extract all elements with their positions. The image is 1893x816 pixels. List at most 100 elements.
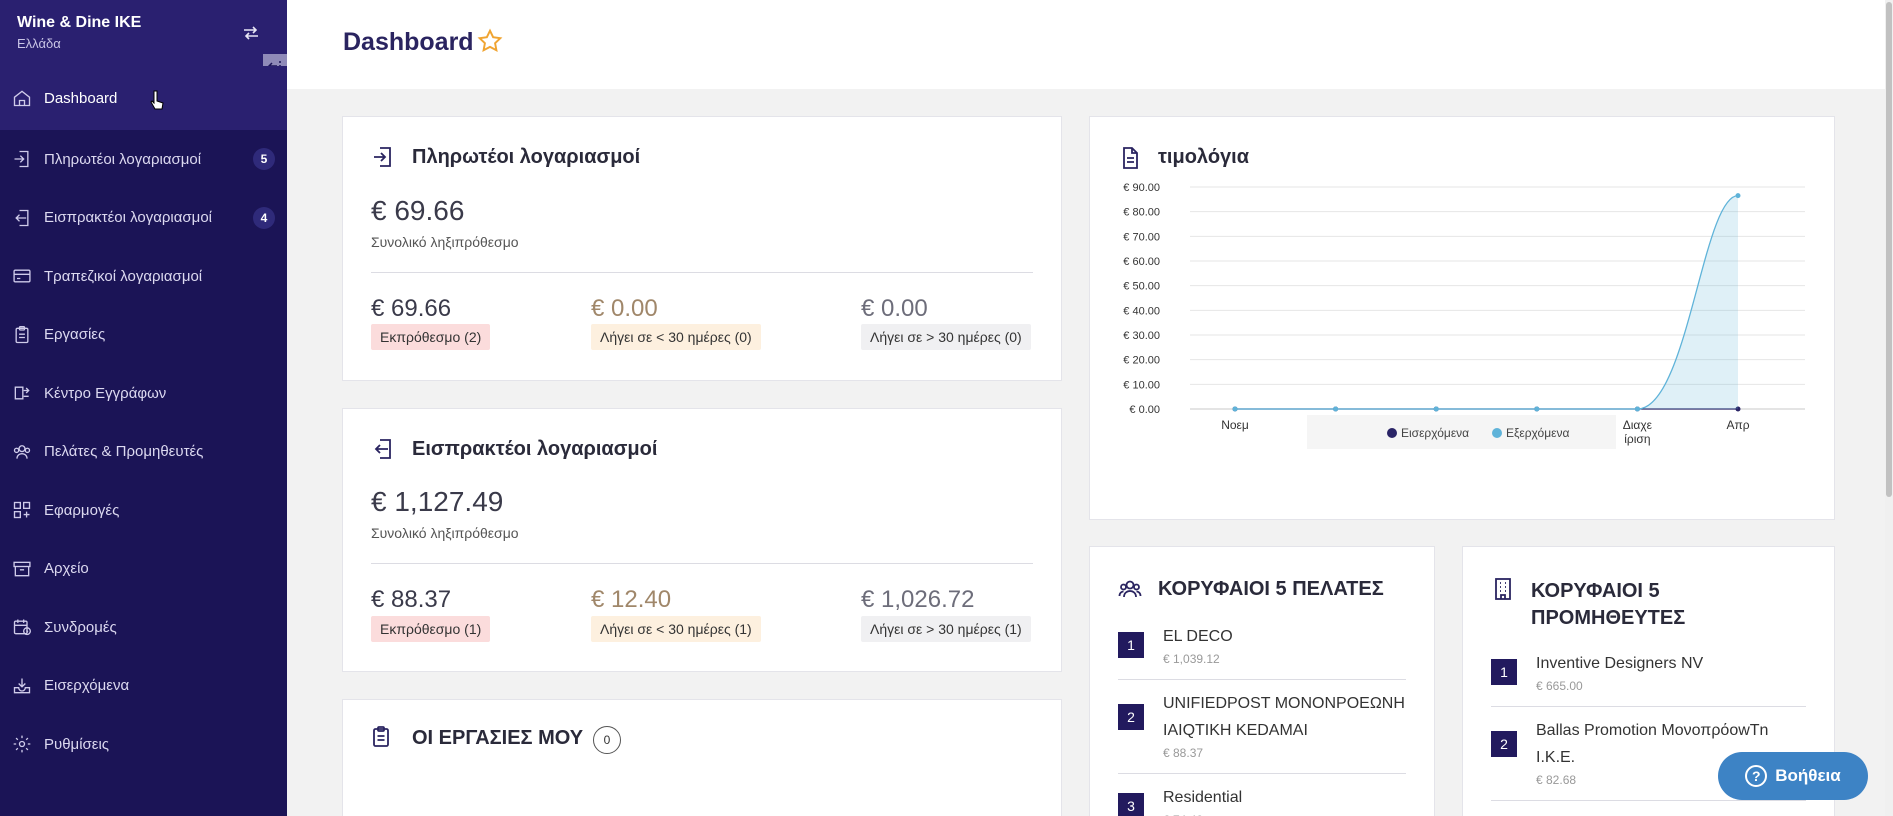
sidebar-item-label: Συνδρομές	[44, 618, 117, 636]
documents-icon	[12, 383, 32, 403]
people-icon	[1118, 577, 1142, 601]
sidebar-item-apps[interactable]: Εφαρμογές	[0, 481, 287, 540]
payables-total: € 69.66	[371, 195, 465, 226]
divider	[1491, 800, 1806, 801]
sidebar-item-inbox[interactable]: Εισερχόμενα	[0, 657, 287, 716]
sidebar-item-gear[interactable]: Ρυθμίσεις	[0, 715, 287, 774]
y-tick-label: € 20.00	[1123, 355, 1160, 367]
help-label: Βοήθεια	[1775, 766, 1841, 785]
payables-due-later-amount: € 0.00	[861, 295, 928, 322]
rank-name: Residential	[1163, 789, 1243, 806]
divider	[371, 272, 1033, 273]
building-icon	[1491, 577, 1515, 601]
x-tick-label: Απρ	[1726, 418, 1749, 432]
receivables-card[interactable]: Εισπρακτέοι λογαριασμοί € 1,127.49 Συνολ…	[342, 408, 1062, 672]
rank-value: € 1,039.12	[1163, 652, 1220, 666]
divider	[1118, 679, 1406, 680]
count-badge: 4	[253, 206, 275, 229]
legend-label: Εξερχόμενα	[1506, 426, 1569, 440]
count-badge: 5	[253, 148, 275, 171]
gear-icon	[12, 734, 32, 754]
apps-icon	[12, 500, 32, 520]
top-customers-title: ΚΟΡΥΦΑΙΟΙ 5 ΠΕΛΑΤΕΣ	[1158, 578, 1384, 600]
sidebar-item-archive[interactable]: Αρχείο	[0, 540, 287, 599]
clipboard-icon	[369, 725, 393, 749]
sidebar-item-people[interactable]: Πελάτες & Προμηθευτές	[0, 423, 287, 482]
rank-value: € 88.37	[1163, 746, 1204, 760]
x-tick-label: Νοεμ	[1221, 418, 1249, 432]
company-switcher[interactable]: Wine & Dine IKE Ελλάδα	[0, 0, 287, 78]
divider	[371, 563, 1033, 564]
receivables-due-soon-tag[interactable]: Λήγει σε < 30 ημέρες (1)	[591, 616, 761, 642]
x-tick-label: Διαχε	[1623, 418, 1653, 432]
payables-card[interactable]: Πληρωτέοι λογαριασμοί € 69.66 Συνολικό λ…	[342, 116, 1062, 381]
sidebar-item-subscriptions[interactable]: Συνδρομές	[0, 598, 287, 657]
invoices-chart-card: τιμολόγια € 0.00 € 10.00 € 20.00 € 30.00 € 4…	[1089, 116, 1835, 520]
payables-overdue-amount: € 69.66	[371, 295, 452, 322]
rank-number: 2	[1491, 731, 1517, 757]
help-button[interactable]: ? Βοήθεια	[1718, 752, 1868, 800]
y-tick-label: € 80.00	[1123, 207, 1160, 219]
swap-arrows-icon[interactable]	[241, 24, 261, 42]
data-point	[1333, 406, 1339, 412]
y-tick-label: € 70.00	[1123, 231, 1160, 243]
sidebar-item-receivable[interactable]: Εισπρακτέοι λογαριασμοί 4	[0, 189, 287, 248]
top-suppliers-title-line2: ΠΡΟΜΗΘΕΥΤΕΣ	[1531, 607, 1686, 629]
y-tick-label: € 0.00	[1129, 404, 1160, 416]
rank-number: 1	[1118, 632, 1144, 658]
series-area	[1235, 195, 1738, 409]
payables-total-label: Συνολικό ληξιπρόθεσμο	[371, 234, 519, 250]
receivables-due-later-tag[interactable]: Λήγει σε > 30 ημέρες (1)	[861, 616, 1031, 642]
receivables-overdue-tag[interactable]: Εκπρόθεσμο (1)	[371, 616, 491, 642]
payables-title: Πληρωτέοι λογαριασμοί	[412, 146, 641, 168]
payables-due-soon-tag[interactable]: Λήγει σε < 30 ημέρες (0)	[591, 324, 761, 350]
tasks-title: ΟΙ ΕΡΓΑΣΙΕΣ ΜΟΥ	[412, 727, 584, 749]
sidebar-item-clipboard[interactable]: Εργασίες	[0, 306, 287, 365]
divider	[1118, 773, 1406, 774]
mouse-cursor-icon	[150, 90, 164, 110]
sidebar-item-payable[interactable]: Πληρωτέοι λογαριασμοί 5	[0, 130, 287, 189]
company-country: Ελλάδα	[17, 36, 61, 51]
favorite-star-icon[interactable]	[477, 28, 503, 54]
rank-value: € 82.68	[1536, 773, 1577, 787]
payables-due-soon-amount: € 0.00	[591, 295, 658, 322]
top-suppliers-title: ΚΟΡΥΦΑΙΟΙ 5 ΠΡΟΜΗΘΕΥΤΕΣ	[1531, 578, 1685, 632]
data-point	[1433, 406, 1439, 412]
sidebar-item-label: Τραπεζικοί λογαριασμοί	[44, 267, 203, 285]
inbox-icon	[12, 676, 32, 696]
page-scrollbar[interactable]	[1885, 0, 1893, 816]
y-tick-label: € 90.00	[1123, 182, 1160, 194]
sidebar-item-home[interactable]: Dashboard	[0, 66, 287, 130]
rank-number: 2	[1118, 704, 1144, 730]
people-icon	[12, 442, 32, 462]
payables-overdue-tag[interactable]: Εκπρόθεσμο (2)	[371, 324, 491, 350]
rank-name: Inventive Designers NV	[1536, 655, 1704, 672]
sidebar-item-label: Κέντρο Εγγράφων	[44, 384, 167, 402]
payables-due-later-tag[interactable]: Λήγει σε > 30 ημέρες (0)	[861, 324, 1031, 350]
sidebar-item-documents[interactable]: Κέντρο Εγγράφων	[0, 364, 287, 423]
sidebar-item-bank-card[interactable]: Τραπεζικοί λογαριασμοί	[0, 247, 287, 306]
y-tick-label: € 40.00	[1123, 305, 1160, 317]
tasks-count-badge: 0	[593, 726, 621, 754]
company-name: Wine & Dine IKE	[17, 14, 142, 31]
sidebar-item-label: Dashboard	[44, 89, 118, 107]
y-tick-label: € 30.00	[1123, 330, 1160, 342]
rank-value: € 665.00	[1536, 679, 1583, 693]
tasks-card: ΟΙ ΕΡΓΑΣΙΕΣ ΜΟΥ 0	[342, 699, 1062, 816]
top-customers-card: ΚΟΡΥΦΑΙΟΙ 5 ΠΕΛΑΤΕΣ 1 EL DECO € 1,039.12 2 U…	[1089, 546, 1435, 816]
top-suppliers-title-line1: ΚΟΡΥΦΑΙΟΙ 5	[1531, 580, 1660, 602]
page-title: Dashboard	[343, 28, 474, 56]
receivables-title: Εισπρακτέοι λογαριασμοί	[412, 438, 658, 460]
scrollbar-thumb[interactable]	[1886, 2, 1892, 497]
payable-icon	[371, 145, 395, 169]
home-icon	[12, 88, 32, 108]
sidebar-item-label: Εισερχόμενα	[44, 677, 130, 695]
sidebar-item-label: Εισπρακτέοι λογαριασμοί	[44, 209, 213, 227]
payable-icon	[12, 149, 32, 169]
series-line	[1234, 194, 1739, 410]
x-tick-label: ίριση	[1624, 432, 1650, 446]
y-tick-label: € 60.00	[1123, 256, 1160, 268]
receivables-overdue-amount: € 88.37	[371, 586, 452, 613]
y-tick-label: € 50.00	[1123, 281, 1160, 293]
y-tick-label: € 10.00	[1123, 379, 1160, 391]
